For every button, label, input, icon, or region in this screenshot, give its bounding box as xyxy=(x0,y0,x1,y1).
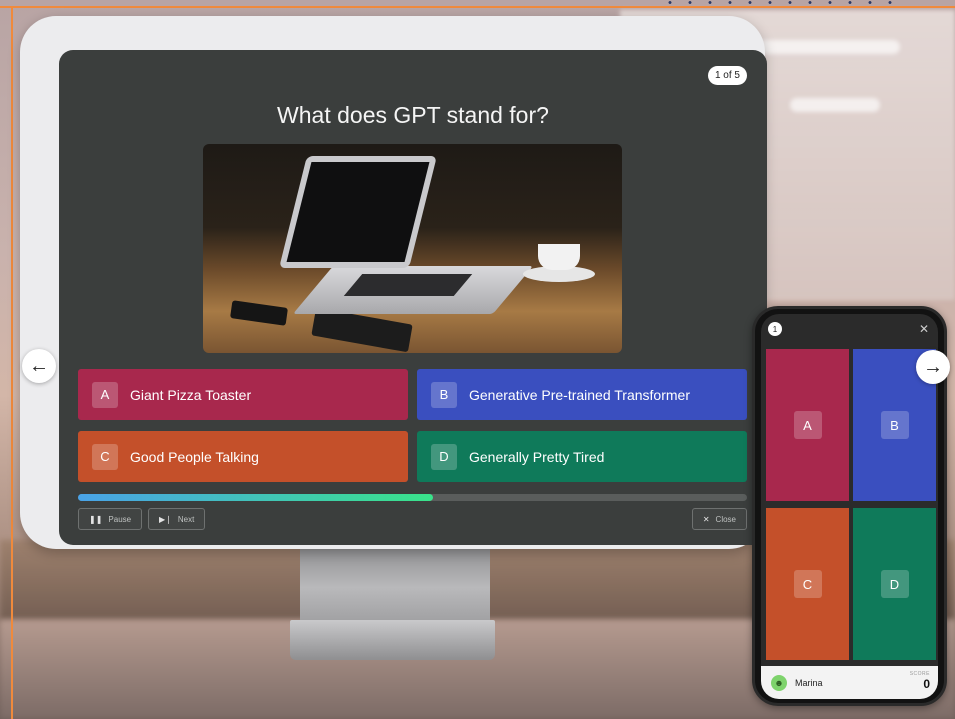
tile-letter: C xyxy=(793,570,822,598)
image-laptop-keyboard xyxy=(343,274,473,296)
close-icon: ✕ xyxy=(702,514,710,524)
frame-border-left xyxy=(11,6,13,719)
tile-letter: A xyxy=(793,411,822,439)
answer-letter: A xyxy=(92,381,118,408)
player-name: Marina xyxy=(795,677,823,688)
answer-letter: B xyxy=(431,381,457,408)
progress-bar xyxy=(78,494,747,501)
tile-letter: B xyxy=(880,411,909,439)
close-label: Close xyxy=(715,514,736,524)
answer-b-button[interactable]: B Generative Pre-trained Transformer xyxy=(417,369,747,420)
background-light xyxy=(790,98,880,112)
player-avatar: ☻ xyxy=(771,674,787,691)
quiz-screen: 1 of 5 What does GPT stand for? A Giant … xyxy=(59,50,767,545)
score-value: 0 xyxy=(923,677,930,691)
answer-a-button[interactable]: A Giant Pizza Toaster xyxy=(78,369,408,420)
answer-d-button[interactable]: D Generally Pretty Tired xyxy=(417,431,747,482)
question-text: What does GPT stand for? xyxy=(277,102,549,128)
phone-tile-a[interactable]: A xyxy=(766,349,849,501)
answer-c-button[interactable]: C Good People Talking xyxy=(78,431,408,482)
answer-text: Good People Talking xyxy=(130,448,259,465)
answer-letter: D xyxy=(431,443,457,470)
pause-button[interactable]: ❚❚ Pause xyxy=(78,508,143,530)
phone-close-icon[interactable]: ✕ xyxy=(919,322,929,336)
next-label: Next xyxy=(177,514,195,524)
pause-icon: ❚❚ xyxy=(89,514,103,524)
arrow-right-icon: → xyxy=(923,355,943,378)
question-image xyxy=(203,144,622,353)
image-notebook xyxy=(311,307,413,353)
next-button[interactable]: ▶❘ Next xyxy=(148,508,206,530)
answer-letter: C xyxy=(92,443,118,470)
phone-tile-d[interactable]: D xyxy=(853,508,936,660)
image-laptop-screen xyxy=(279,156,437,268)
image-cup xyxy=(538,244,580,270)
monitor-stand-base xyxy=(290,620,495,660)
previous-arrow-button[interactable]: ← xyxy=(22,349,56,383)
phone-tile-c[interactable]: C xyxy=(766,508,849,660)
pause-label: Pause xyxy=(108,514,132,524)
monitor: 1 of 5 What does GPT stand for? A Giant … xyxy=(20,16,767,549)
tile-letter: D xyxy=(880,570,909,598)
question-counter: 1 of 5 xyxy=(707,66,747,85)
score-box: SCORE 0 xyxy=(910,671,930,691)
phone-screen: 1 ✕ A B C D ☻ Marina SCORE 0 xyxy=(761,314,938,699)
phone-question-badge: 1 xyxy=(768,322,782,336)
skip-next-icon: ▶❘ xyxy=(159,514,172,524)
answer-text: Generative Pre-trained Transformer xyxy=(469,386,690,403)
decorative-dots xyxy=(660,0,900,5)
progress-fill xyxy=(78,494,433,501)
image-phone xyxy=(230,300,288,326)
answer-text: Giant Pizza Toaster xyxy=(130,386,252,403)
monitor-stand-neck xyxy=(300,545,490,630)
frame-border-top xyxy=(0,6,955,8)
answer-text: Generally Pretty Tired xyxy=(469,448,605,465)
player-footer: ☻ Marina SCORE 0 xyxy=(761,666,938,699)
next-arrow-button[interactable]: → xyxy=(916,350,950,384)
close-button[interactable]: ✕ Close xyxy=(691,508,747,530)
arrow-left-icon: ← xyxy=(29,354,49,377)
